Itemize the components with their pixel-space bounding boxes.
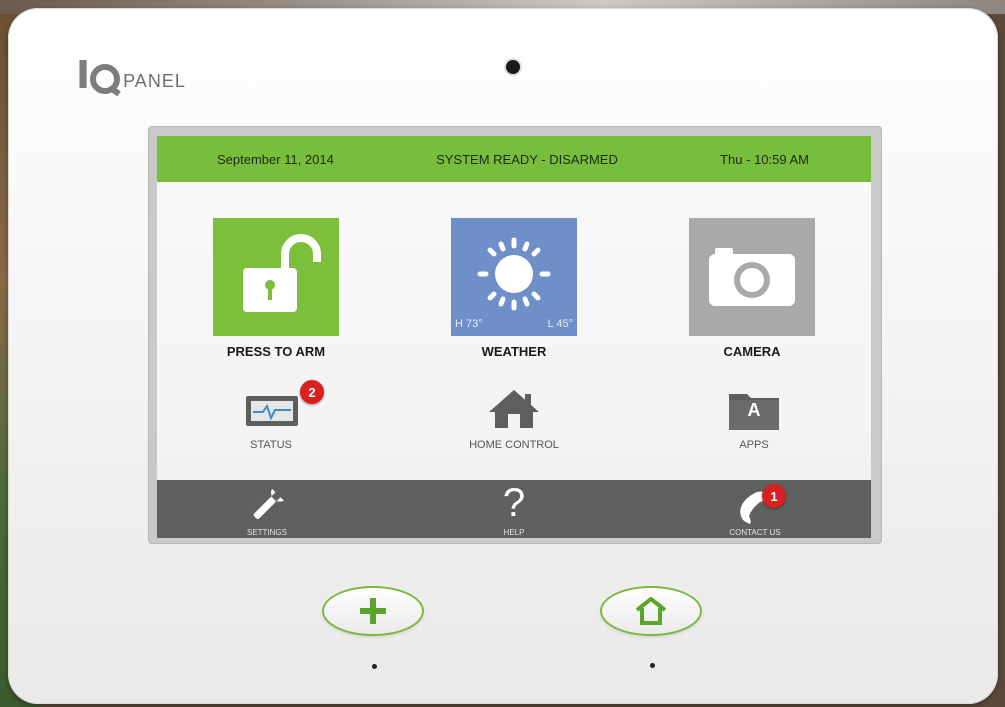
plus-icon-bar [360,608,386,614]
question-mark-icon: ? [502,481,526,525]
home-control-label: HOME CONTROL [469,439,559,451]
settings-button[interactable] [249,488,285,527]
weather-high: H 73° [455,318,483,330]
press-to-arm-label: PRESS TO ARM [226,344,326,359]
front-camera-lens [506,60,520,74]
weather-low: L 45° [547,318,573,330]
apps-label: APPS [739,439,769,451]
logo-letter-i: I [76,53,90,97]
weather-tile[interactable]: H 73° L 45° [451,218,577,336]
camera-tile[interactable] [689,218,815,336]
status-time: Thu - 10:59 AM [720,151,809,167]
camera-icon [709,248,795,306]
hardware-home-button[interactable] [602,588,700,634]
house-icon [489,390,539,428]
logo-text: PANEL [123,71,186,91]
settings-label: SETTINGS [246,528,287,537]
weather-label: WEATHER [481,344,547,359]
apps-icon-letter: A [747,400,761,420]
help-button[interactable]: ? [497,480,531,526]
apps-button[interactable]: A [725,386,783,437]
home-outline-icon [635,597,667,625]
status-bar: September 11, 2014 SYSTEM READY - DISARM… [157,136,871,182]
hardware-plus-button[interactable] [324,588,422,634]
indicator-dot-right [650,663,655,668]
help-label: HELP [503,528,525,537]
touch-screen: September 11, 2014 SYSTEM READY - DISARM… [157,136,871,538]
open-lock-icon [243,234,321,312]
bottom-nav-bar: SETTINGS ? HELP 1 CONTACT US [157,480,871,538]
camera-label: CAMERA [723,344,781,359]
brand-logo: I PANEL [76,56,186,94]
system-status: SYSTEM READY - DISARMED [436,151,618,167]
status-date: September 11, 2014 [217,151,334,167]
contact-us-label: CONTACT US [729,528,781,537]
press-to-arm-tile[interactable] [213,218,339,336]
monitor-icon [246,396,298,426]
contact-us-badge: 1 [762,484,786,508]
home-control-button[interactable] [487,386,541,435]
wrench-icon [253,488,284,520]
status-badge: 2 [300,380,324,404]
status-label: STATUS [250,439,292,451]
logo-q-icon [90,64,121,94]
status-button[interactable] [245,390,301,435]
indicator-dot-left [372,664,377,669]
